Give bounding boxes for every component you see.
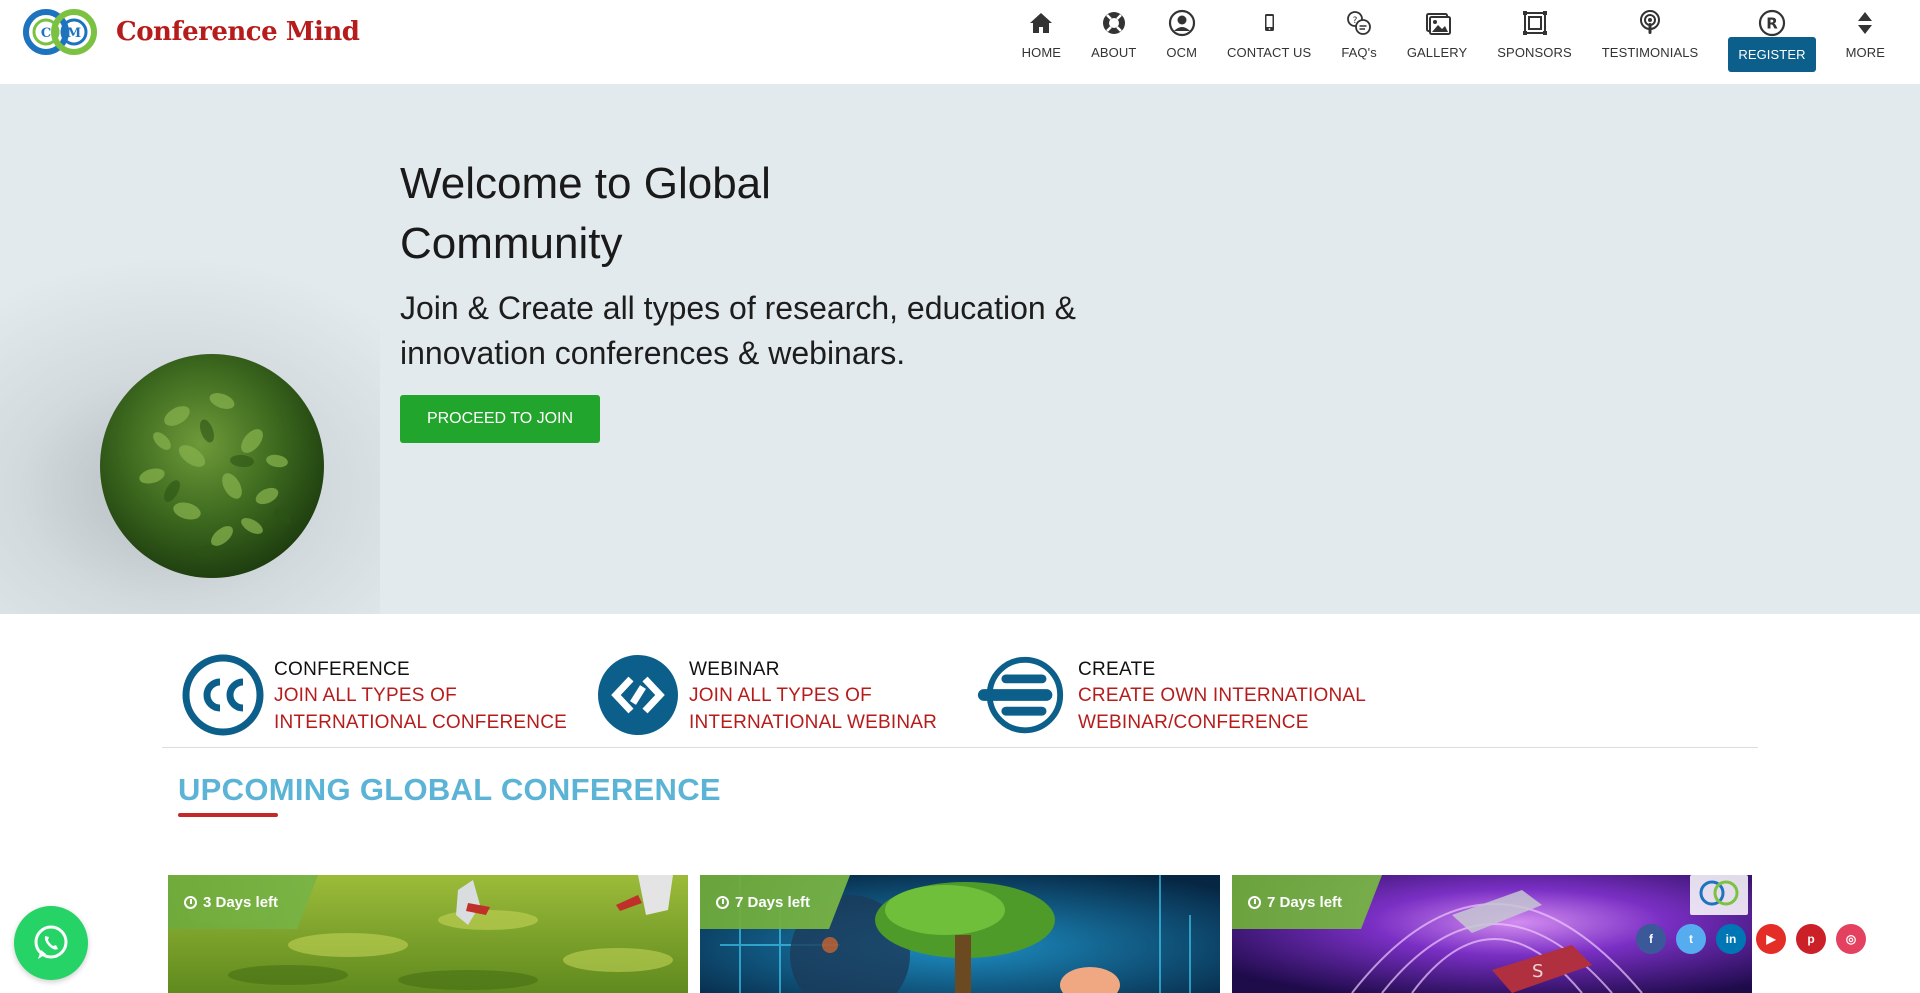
svg-text:S: S	[1532, 961, 1543, 982]
features-strip: CONFERENCE JOIN ALL TYPES OF INTERNATION…	[162, 652, 1758, 748]
clock-icon	[184, 895, 197, 909]
home-icon	[1026, 8, 1056, 38]
days-left-badge: 3 Days left	[168, 875, 319, 929]
svg-text:R: R	[1766, 15, 1778, 33]
nav-sponsors[interactable]: SPONSORS	[1482, 8, 1586, 72]
nav-label: SPONSORS	[1497, 45, 1572, 60]
webinar-diamond-icon	[598, 655, 678, 735]
instagram-icon[interactable]: ◎	[1836, 924, 1866, 954]
feature-desc: JOIN ALL TYPES OF	[689, 685, 872, 706]
top-navbar: C M Conference Mind HOME ABOUT OCM CONTA…	[0, 0, 1920, 84]
days-left-text: 7 Days left	[735, 893, 811, 911]
create-lines-icon	[977, 656, 1064, 734]
conference-mind-logo: C M	[23, 9, 97, 55]
whatsapp-icon	[34, 925, 68, 959]
nav-label: OCM	[1166, 45, 1198, 60]
nav-label: MORE	[1845, 45, 1885, 60]
nav-label: ABOUT	[1091, 45, 1137, 60]
facebook-icon[interactable]: f	[1636, 924, 1666, 954]
cc-icon	[182, 654, 264, 736]
user-circle-icon	[1167, 8, 1197, 38]
feature-title: WEBINAR	[689, 659, 780, 680]
images-icon	[1422, 8, 1452, 38]
feature-create[interactable]: CREATE CREATE OWN INTERNATIONAL WEBINAR/…	[974, 654, 1366, 736]
days-left-text: 3 Days left	[203, 893, 279, 911]
feature-webinar[interactable]: WEBINAR JOIN ALL TYPES OF INTERNATIONAL …	[597, 654, 937, 736]
faq-chat-icon: ?	[1344, 8, 1374, 38]
youtube-icon[interactable]: ▶	[1756, 924, 1786, 954]
feature-title: CONFERENCE	[274, 659, 411, 680]
registered-icon: R	[1757, 8, 1787, 38]
brand[interactable]: C M Conference Mind	[22, 6, 360, 58]
clock-icon	[1248, 895, 1261, 909]
plant-bush-image	[100, 354, 324, 578]
nav-testimonials[interactable]: TESTIMONIALS	[1587, 8, 1714, 72]
nav-label: HOME	[1021, 45, 1062, 60]
main-nav: HOME ABOUT OCM CONTACT US ? FAQ's GALLER…	[1007, 8, 1900, 72]
hero-banner: Welcome to Global Community Join & Creat…	[0, 84, 1920, 614]
feature-desc: CREATE OWN INTERNATIONAL	[1078, 685, 1367, 706]
hero-title: Welcome to Global Community	[400, 159, 771, 268]
conference-card[interactable]: 3 Days left	[168, 875, 688, 993]
feature-desc: INTERNATIONAL WEBINAR	[689, 712, 938, 733]
nav-label: GALLERY	[1406, 45, 1468, 60]
nav-contact-us[interactable]: CONTACT US	[1212, 8, 1326, 72]
feature-desc: JOIN ALL TYPES OF	[274, 685, 457, 706]
conference-cards: 3 Days left 7 Days left S 7 Days left	[168, 875, 1752, 993]
feature-desc: INTERNATIONAL CONFERENCE	[274, 712, 567, 733]
sort-arrows-icon	[1850, 8, 1880, 38]
brand-name: Conference Mind	[116, 17, 360, 47]
nav-register-button[interactable]: REGISTER	[1728, 37, 1816, 72]
nav-faqs[interactable]: ? FAQ's	[1326, 8, 1392, 72]
nav-gallery[interactable]: GALLERY	[1392, 8, 1482, 72]
whatsapp-button[interactable]	[14, 906, 88, 980]
feature-desc: WEBINAR/CONFERENCE	[1078, 712, 1309, 733]
linkedin-icon[interactable]: in	[1716, 924, 1746, 954]
feature-conference[interactable]: CONFERENCE JOIN ALL TYPES OF INTERNATION…	[182, 654, 567, 736]
podcast-icon	[1635, 8, 1665, 38]
pinterest-icon[interactable]: p	[1796, 924, 1826, 954]
nav-more[interactable]: MORE	[1831, 8, 1900, 72]
nav-home[interactable]: HOME	[1007, 8, 1076, 72]
nav-ocm[interactable]: OCM	[1151, 8, 1212, 72]
frame-icon	[1520, 8, 1550, 38]
upcoming-section-title: UPCOMING GLOBAL CONFERENCE	[178, 772, 721, 807]
conference-card[interactable]: 7 Days left	[700, 875, 1220, 993]
nav-label: FAQ's	[1341, 45, 1377, 60]
feature-title: CREATE	[1078, 659, 1156, 680]
twitter-icon[interactable]: t	[1676, 924, 1706, 954]
proceed-to-join-button[interactable]: PROCEED TO JOIN	[400, 395, 600, 443]
svg-text:M: M	[67, 26, 81, 41]
days-left-badge: 7 Days left	[1232, 875, 1383, 929]
days-left-badge: 7 Days left	[700, 875, 851, 929]
mobile-phone-icon	[1254, 8, 1284, 38]
nav-label: CONTACT US	[1227, 45, 1312, 60]
clock-icon	[716, 895, 729, 909]
conference-mind-mini-logo	[1690, 875, 1748, 915]
nav-about[interactable]: ABOUT	[1076, 8, 1151, 72]
lifebuoy-icon	[1099, 8, 1129, 38]
social-links: f t in ▶ p ◎	[1636, 924, 1876, 954]
svg-text:C: C	[41, 26, 51, 41]
hero-subtitle: Join & Create all types of research, edu…	[400, 290, 1076, 371]
section-underline	[178, 813, 278, 817]
days-left-text: 7 Days left	[1267, 893, 1343, 911]
nav-label: TESTIMONIALS	[1601, 45, 1699, 60]
nav-register[interactable]: R REGISTER	[1713, 8, 1830, 72]
